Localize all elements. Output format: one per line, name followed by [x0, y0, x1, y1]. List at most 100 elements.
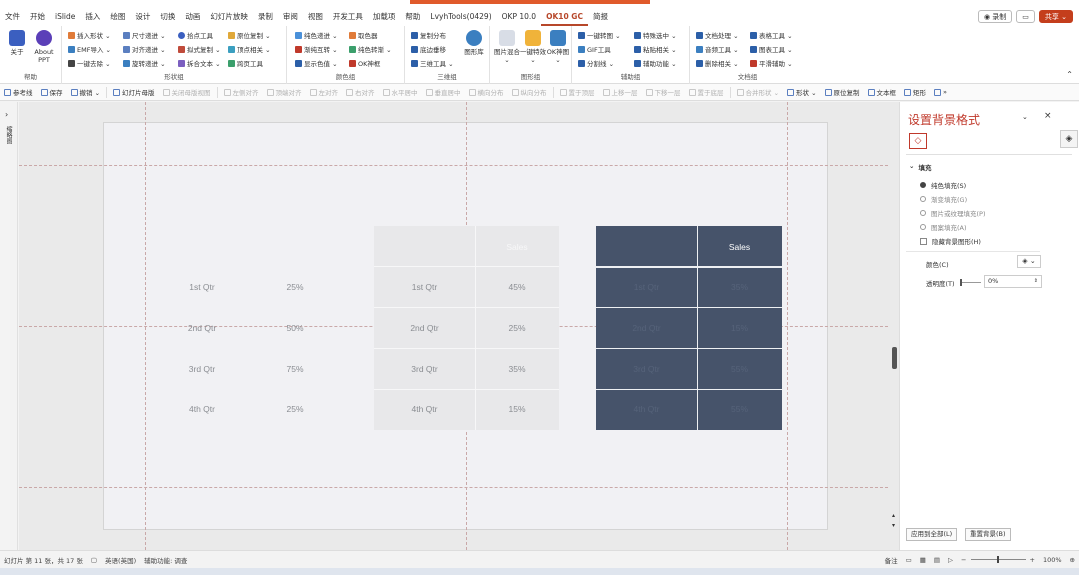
- paste-related-button[interactable]: 粘贴相关 ⌄: [634, 44, 677, 54]
- reading-view-icon[interactable]: ▤: [930, 556, 944, 564]
- special-select-button[interactable]: 特殊选中 ⌄: [634, 30, 677, 40]
- qat-item[interactable]: 纵向分布: [508, 87, 551, 97]
- gif-tools-button[interactable]: GIF工具: [578, 44, 611, 54]
- shape-library-button[interactable]: 图形库: [461, 30, 487, 56]
- eyedropper-button[interactable]: 取色器: [349, 30, 378, 40]
- expand-thumbnails-icon[interactable]: ›: [5, 110, 8, 119]
- menu-insert[interactable]: 插入: [80, 8, 105, 26]
- zoom-out-icon[interactable]: −: [957, 556, 970, 564]
- menu-design[interactable]: 设计: [130, 8, 155, 26]
- picture-fill-radio[interactable]: 图片或纹理填充(P): [920, 208, 986, 218]
- menu-briefing[interactable]: 简报: [588, 8, 613, 26]
- zoom-level[interactable]: 100%: [1039, 556, 1066, 564]
- audio-tools-button[interactable]: 音频工具 ⌄: [696, 44, 739, 54]
- about-button[interactable]: 关于: [4, 30, 30, 56]
- menu-okp[interactable]: OKP 10.0: [497, 8, 541, 26]
- pane-options-icon[interactable]: ⌄: [1022, 113, 1028, 121]
- collapse-ribbon-icon[interactable]: ⌃: [1066, 70, 1073, 79]
- slideshow-icon[interactable]: ▷: [944, 556, 957, 564]
- gradient-fill-radio[interactable]: 渐变填充(G): [920, 194, 967, 204]
- ok-frame-button[interactable]: OK神框: [349, 58, 380, 68]
- rotate-step-button[interactable]: 旋转递进 ⌄: [123, 58, 166, 68]
- menu-draw[interactable]: 绘图: [105, 8, 130, 26]
- solid-fill-radio[interactable]: 纯色填充(S): [920, 180, 966, 190]
- qat-item[interactable]: 顶端对齐: [263, 87, 306, 97]
- menu-transitions[interactable]: 切换: [155, 8, 180, 26]
- solid-to-gradient-button[interactable]: 纯色转渐 ⌄: [349, 44, 392, 54]
- color-picker-button[interactable]: ◈ ⌄: [1017, 255, 1041, 268]
- zoom-slider[interactable]: [970, 556, 1026, 563]
- notes-button[interactable]: 备注: [881, 555, 902, 565]
- in-place-copy-button[interactable]: 原位复制 ⌄: [228, 30, 271, 40]
- menu-view[interactable]: 视图: [303, 8, 328, 26]
- about-ppt-button[interactable]: About PPT: [31, 30, 57, 64]
- emf-import-button[interactable]: EMF导入 ⌄: [68, 44, 111, 54]
- guide-line-horizontal[interactable]: [19, 165, 898, 166]
- menu-developer[interactable]: 开发工具: [328, 8, 368, 26]
- scrollbar-thumb[interactable]: [892, 347, 897, 369]
- qat-item[interactable]: 保存: [37, 87, 67, 97]
- split-text-button[interactable]: 拆合文本 ⌄: [178, 58, 221, 68]
- qat-item[interactable]: 水平居中: [379, 87, 422, 97]
- qat-item[interactable]: »: [930, 88, 951, 96]
- 3d-tools-button[interactable]: 三维工具 ⌄: [411, 58, 454, 68]
- fill-bucket-icon[interactable]: ◇: [909, 133, 927, 149]
- qat-item[interactable]: 文本框: [864, 87, 901, 97]
- guide-line-vertical[interactable]: [145, 102, 146, 550]
- normal-view-icon[interactable]: ▭: [902, 556, 916, 564]
- menu-help[interactable]: 帮助: [400, 8, 425, 26]
- size-step-button[interactable]: 尺寸递进 ⌄: [123, 30, 166, 40]
- transparency-input[interactable]: 0% ⇕: [984, 275, 1042, 288]
- qat-item[interactable]: 右对齐: [342, 87, 379, 97]
- thumbnail-pane-collapsed[interactable]: › 缩略图: [0, 102, 18, 550]
- qat-item[interactable]: 左侧对齐: [220, 87, 263, 97]
- scroll-prev-slide-icon[interactable]: ▴: [892, 512, 895, 519]
- one-key-effect-button[interactable]: 一键特效 ⌄: [520, 30, 546, 64]
- pick-point-button[interactable]: 拾点工具: [178, 30, 213, 40]
- qat-item[interactable]: 下移一层: [642, 87, 685, 97]
- menu-animations[interactable]: 动画: [180, 8, 205, 26]
- vertical-scrollbar[interactable]: ▴ ▾: [890, 102, 899, 550]
- reset-background-button[interactable]: 重置背景(B): [965, 528, 1011, 541]
- aux-function-button[interactable]: 辅助功能 ⌄: [634, 58, 677, 68]
- menu-addins[interactable]: 加载项: [368, 8, 401, 26]
- guide-line-vertical[interactable]: [787, 102, 788, 550]
- apply-to-all-button[interactable]: 应用到全部(L): [906, 528, 958, 541]
- menu-slideshow[interactable]: 幻灯片放映: [205, 8, 253, 26]
- doc-process-button[interactable]: 文档处理 ⌄: [696, 30, 739, 40]
- qat-item[interactable]: 原位复制: [821, 87, 864, 97]
- menu-file[interactable]: 文件: [0, 8, 25, 26]
- ok-image-button[interactable]: OK神图 ⌄: [545, 30, 571, 64]
- solid-step-button[interactable]: 纯色递进 ⌄: [295, 30, 338, 40]
- vertex-button[interactable]: 顶点相关 ⌄: [228, 44, 271, 54]
- zoom-slider-handle[interactable]: [996, 556, 999, 563]
- divider-line-button[interactable]: 分割线 ⌄: [578, 58, 614, 68]
- qat-item[interactable]: 横向分布: [465, 87, 508, 97]
- record-button[interactable]: ◉ 录制: [977, 10, 1013, 23]
- qat-item[interactable]: 置于顶层: [556, 87, 599, 97]
- comment-icon[interactable]: ▭: [1016, 10, 1035, 23]
- fit-to-window-icon[interactable]: ⊕: [1066, 556, 1079, 564]
- language-status[interactable]: 英语(英国): [101, 555, 140, 565]
- qat-item[interactable]: 参考线: [0, 87, 37, 97]
- one-key-remove-button[interactable]: 一键去除 ⌄: [68, 58, 111, 68]
- scroll-next-slide-icon[interactable]: ▾: [892, 522, 895, 529]
- accessibility-status[interactable]: 辅助功能: 调查: [140, 555, 191, 565]
- qat-item[interactable]: 左对齐: [306, 87, 343, 97]
- qat-item[interactable]: 形状 ⌄: [783, 87, 821, 97]
- show-color-value-button[interactable]: 显示色值 ⌄: [295, 58, 338, 68]
- qat-item[interactable]: 幻灯片母版: [109, 87, 159, 97]
- share-button[interactable]: 共享 ⌄: [1038, 10, 1073, 23]
- qat-item[interactable]: 上移一层: [599, 87, 642, 97]
- zoom-in-icon[interactable]: +: [1026, 556, 1039, 564]
- transparency-slider[interactable]: [961, 282, 981, 283]
- to-image-button[interactable]: 一键转图 ⌄: [578, 30, 621, 40]
- chart-tools-button[interactable]: 图表工具 ⌄: [750, 44, 793, 54]
- slide-sorter-icon[interactable]: ▦: [916, 556, 930, 564]
- align-step-button[interactable]: 对齐递进 ⌄: [123, 44, 166, 54]
- delete-related-button[interactable]: 删除相关 ⌄: [696, 58, 739, 68]
- qat-item[interactable]: 垂直居中: [422, 87, 465, 97]
- menu-record[interactable]: 录制: [253, 8, 278, 26]
- menu-ok10gc[interactable]: OK10 GC: [541, 8, 588, 26]
- insert-shape-button[interactable]: 插入形状 ⌄: [68, 30, 111, 40]
